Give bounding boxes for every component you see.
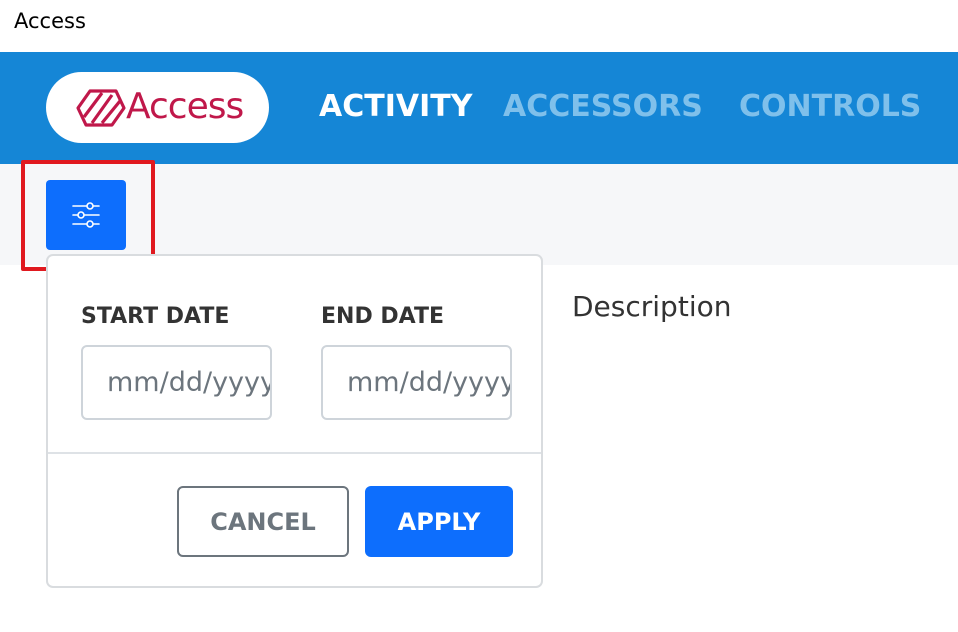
access-logo-icon bbox=[76, 89, 126, 127]
nav-controls[interactable]: CONTROLS bbox=[739, 89, 921, 124]
date-filter-popover: START DATE END DATE mm/dd/yyyy mm/dd/yyy… bbox=[46, 254, 543, 588]
nav-accessors[interactable]: ACCESSORS bbox=[503, 89, 703, 124]
description-column-header: Description bbox=[572, 290, 732, 323]
brand-name: Access bbox=[126, 86, 244, 127]
sliders-icon bbox=[72, 202, 100, 228]
brand-logo[interactable]: Access bbox=[46, 72, 269, 143]
filter-button[interactable] bbox=[46, 180, 126, 250]
cancel-button[interactable]: CANCEL bbox=[177, 486, 349, 557]
popover-divider bbox=[48, 452, 541, 454]
window-title: Access bbox=[14, 9, 86, 33]
end-date-label: END DATE bbox=[321, 304, 444, 329]
start-date-input[interactable]: mm/dd/yyyy bbox=[81, 345, 272, 420]
nav-activity[interactable]: ACTIVITY bbox=[319, 89, 472, 124]
start-date-label: START DATE bbox=[81, 304, 230, 329]
end-date-input[interactable]: mm/dd/yyyy bbox=[321, 345, 512, 420]
top-navbar: Access ACTIVITY ACCESSORS CONTROLS bbox=[0, 52, 958, 164]
filter-toolbar bbox=[0, 164, 958, 265]
apply-button[interactable]: APPLY bbox=[365, 486, 513, 557]
